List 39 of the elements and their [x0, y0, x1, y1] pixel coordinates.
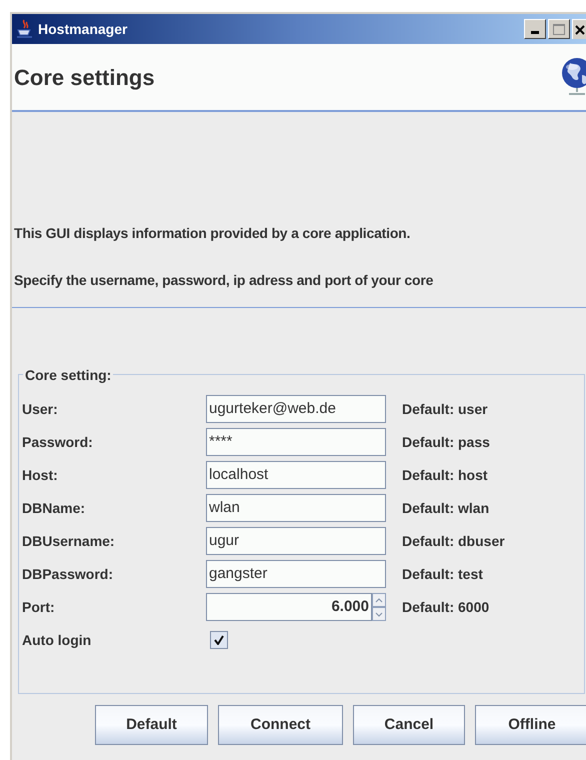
- close-icon: [575, 24, 585, 34]
- default-hint: Default: 6000: [402, 598, 490, 616]
- info-text: This GUI displays information provided by a core application.: [13, 224, 412, 243]
- dialog-button[interactable]: Connect: [218, 705, 343, 745]
- maximize-button[interactable]: [548, 19, 570, 39]
- text-field[interactable]: wlan: [206, 494, 386, 522]
- text-field[interactable]: localhost: [206, 461, 386, 489]
- dialog-button[interactable]: Cancel: [353, 705, 465, 745]
- field-label: Password:: [22, 432, 94, 452]
- default-hint: Default: host: [402, 466, 488, 484]
- check-icon: [214, 635, 224, 645]
- text-field[interactable]: ugurteker@web.de: [206, 395, 386, 423]
- field-label: Port:: [22, 598, 56, 616]
- field-label: Auto login: [22, 630, 92, 650]
- default-hint: Default: user: [402, 400, 488, 418]
- field-label: Host:: [22, 466, 59, 484]
- field-label: DBPassword:: [22, 564, 114, 584]
- minimize-button[interactable]: [524, 19, 546, 39]
- text-field[interactable]: ****: [206, 428, 386, 456]
- default-hint: Default: wlan: [402, 498, 490, 518]
- text-field[interactable]: gangster: [206, 560, 386, 588]
- info-text: Specify the username, password, ip adress and port of your core: [13, 271, 434, 290]
- default-hint: Default: pass: [402, 432, 490, 452]
- field-label: DBUsername:: [22, 532, 116, 550]
- checkbox[interactable]: [210, 631, 228, 649]
- minimize-icon: [531, 31, 539, 34]
- dialog-button[interactable]: Offline: [475, 705, 586, 745]
- close-button[interactable]: [572, 19, 586, 39]
- java-cup-icon: [16, 19, 34, 39]
- field-label: DBName:: [22, 498, 86, 518]
- spinner-field[interactable]: 6.000: [206, 593, 372, 621]
- text-field[interactable]: ugur: [206, 527, 386, 555]
- default-hint: Default: dbuser: [402, 532, 505, 550]
- maximize-icon: [553, 24, 565, 34]
- window-title: Hostmanager: [38, 20, 128, 39]
- dialog-button[interactable]: Default: [95, 705, 208, 745]
- default-hint: Default: test: [402, 564, 483, 584]
- field-label: User:: [22, 400, 59, 418]
- header-title: Core settings: [14, 64, 155, 92]
